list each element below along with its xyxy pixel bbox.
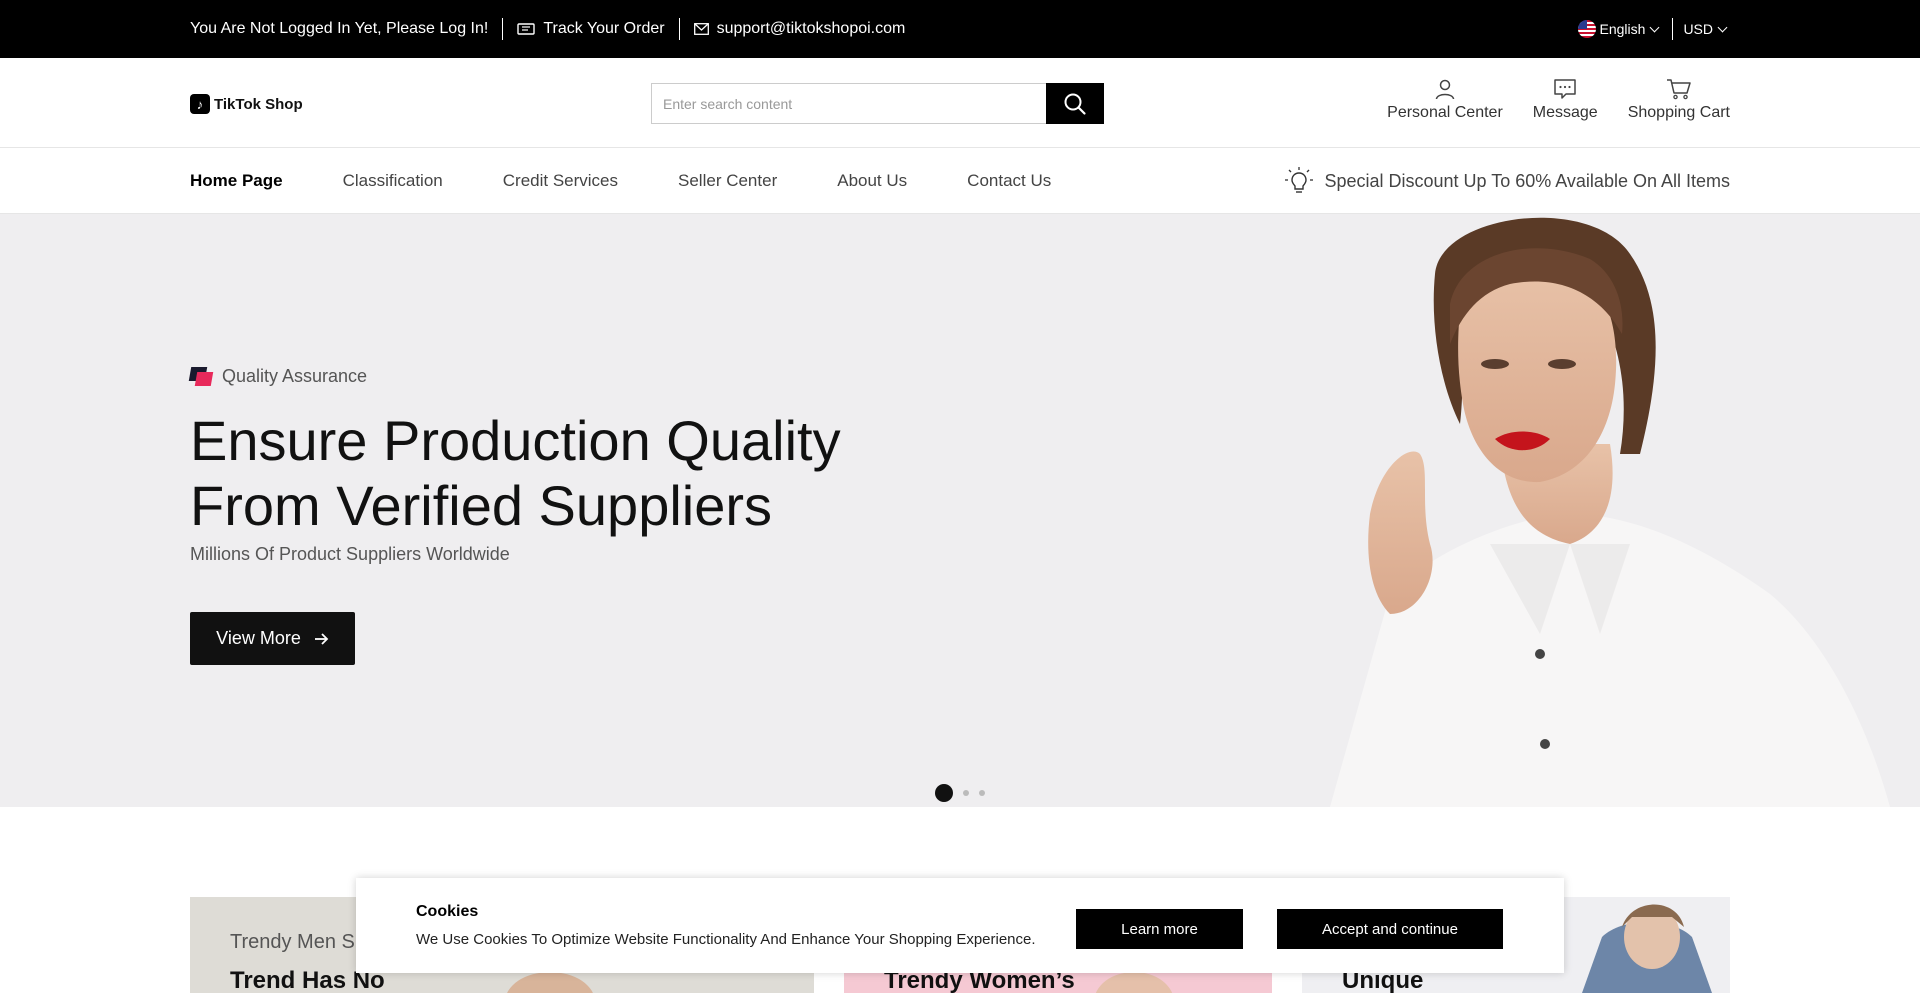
track-order-label: Track Your Order xyxy=(543,20,665,37)
chevron-down-icon xyxy=(1717,22,1728,32)
chevron-down-icon xyxy=(1649,22,1660,32)
search-input[interactable] xyxy=(651,83,1046,124)
currency-selector[interactable]: USD xyxy=(1683,21,1713,37)
view-more-label: View More xyxy=(216,628,301,648)
personal-center-label: Personal Center xyxy=(1387,104,1503,121)
language-selector[interactable]: English xyxy=(1600,21,1646,37)
nav-item-credit-services[interactable]: Credit Services xyxy=(503,171,618,191)
search-button[interactable] xyxy=(1046,83,1104,124)
logo-text: TikTok Shop xyxy=(214,95,303,113)
carousel-dot-3[interactable] xyxy=(979,790,985,796)
nav-item-home[interactable]: Home Page xyxy=(190,171,283,191)
ticket-icon xyxy=(517,23,536,35)
logo[interactable]: ♪ TikTok Shop xyxy=(190,94,303,114)
divider xyxy=(1672,18,1674,40)
tiktok-logo-icon: ♪ xyxy=(190,94,210,114)
arrow-right-icon xyxy=(314,632,329,645)
nav-item-seller-center[interactable]: Seller Center xyxy=(678,171,777,191)
cookie-title: Cookies xyxy=(416,903,479,920)
us-flag-icon xyxy=(1577,20,1596,38)
message-button[interactable]: Message xyxy=(1533,78,1598,122)
header-actions: Personal Center Message Shopping Cart xyxy=(1387,78,1730,122)
promo-text: Special Discount Up To 60% Available On … xyxy=(1324,170,1730,191)
login-notice-link[interactable]: You Are Not Logged In Yet, Please Log In… xyxy=(190,20,488,38)
quality-badge-icon xyxy=(190,367,214,387)
hero-tag-label: Quality Assurance xyxy=(222,366,368,386)
nav-item-about-us[interactable]: About Us xyxy=(837,171,907,191)
search-icon xyxy=(1064,93,1086,115)
hero-subtitle: Millions Of Product Suppliers Worldwide xyxy=(190,544,510,564)
main-nav: Home Page Classification Credit Services… xyxy=(0,148,1920,214)
hero-title: Ensure Production Quality From Verified … xyxy=(190,409,841,537)
track-order-link[interactable]: Track Your Order xyxy=(517,20,665,38)
carousel-dot-2[interactable] xyxy=(963,790,969,796)
card-subtitle: Trendy Men S xyxy=(230,931,355,953)
hero-tag: Quality Assurance xyxy=(190,366,367,387)
site-header: ♪ TikTok Shop Personal Center Message Sh… xyxy=(0,58,1920,148)
accept-cookies-button[interactable]: Accept and continue xyxy=(1277,909,1503,949)
hero-model-image xyxy=(1330,217,1890,807)
nav-item-contact-us[interactable]: Contact Us xyxy=(967,171,1051,191)
card-unique-image xyxy=(1582,904,1712,993)
carousel-dot-1[interactable] xyxy=(935,784,953,802)
message-icon xyxy=(1554,79,1576,99)
cookie-text: We Use Cookies To Optimize Website Funct… xyxy=(416,931,1036,948)
divider xyxy=(502,18,504,40)
mail-icon xyxy=(693,23,709,35)
promo-banner: Special Discount Up To 60% Available On … xyxy=(1284,148,1730,214)
learn-more-button[interactable]: Learn more xyxy=(1076,909,1243,949)
message-label: Message xyxy=(1532,104,1598,121)
personal-center-button[interactable]: Personal Center xyxy=(1387,78,1503,122)
top-bar-left: You Are Not Logged In Yet, Please Log In… xyxy=(190,0,905,58)
view-more-button[interactable]: View More xyxy=(190,612,355,665)
hero-banner: Quality Assurance Ensure Production Qual… xyxy=(0,214,1920,807)
divider xyxy=(678,18,680,40)
nav-list: Home Page Classification Credit Services… xyxy=(190,148,1051,214)
search-bar xyxy=(651,83,1104,124)
carousel-dots xyxy=(935,784,985,802)
shopping-cart-label: Shopping Cart xyxy=(1627,104,1730,121)
top-bar: You Are Not Logged In Yet, Please Log In… xyxy=(0,0,1920,58)
support-email: support@tiktokshopoi.com xyxy=(716,20,906,37)
user-icon xyxy=(1435,79,1455,100)
nav-item-classification[interactable]: Classification xyxy=(343,171,443,191)
support-email-link[interactable]: support@tiktokshopoi.com xyxy=(693,20,906,38)
lightbulb-icon xyxy=(1285,167,1314,193)
cookie-banner: Cookies We Use Cookies To Optimize Websi… xyxy=(356,878,1564,973)
top-bar-right: English USD xyxy=(1577,0,1730,58)
shopping-cart-button[interactable]: Shopping Cart xyxy=(1628,78,1730,122)
cart-icon xyxy=(1666,79,1691,100)
